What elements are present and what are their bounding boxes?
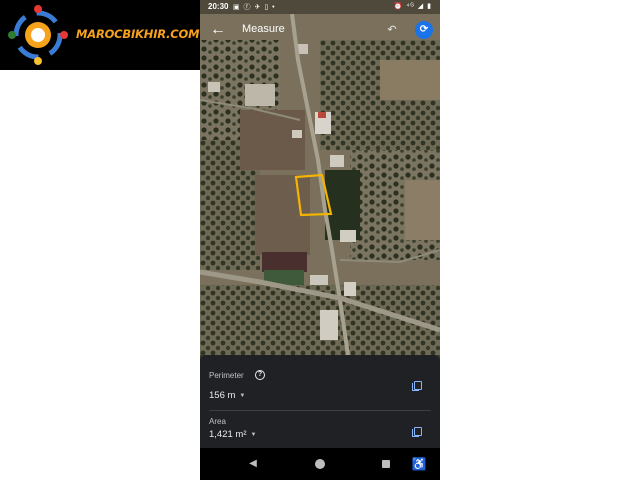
help-icon[interactable]: ? (255, 370, 265, 380)
notification-icons: ▣ ⓕ ✈ ▯ • (233, 4, 276, 11)
logo-emblem (8, 5, 68, 65)
divider (209, 410, 431, 411)
measurement-sheet: Perimeter ? 156 m ▼ Area 1,421 m² ▼ (200, 355, 440, 448)
area-label: Area (209, 417, 226, 426)
area-value-dropdown[interactable]: 1,421 m² ▼ (209, 429, 256, 440)
phone-screen: 20:30 ▣ ⓕ ✈ ▯ • ⏰ ⁴ᴳ ◢ ▮ ← Measure ↶ ⟳ P… (200, 0, 440, 480)
system-nav-bar: ◀ ♿ (200, 448, 440, 480)
refresh-icon[interactable]: ⟳ (415, 21, 433, 39)
satellite-map[interactable] (200, 0, 440, 355)
status-time: 20:30 (208, 2, 229, 11)
screenshot: MAROCBIKHIR.COM 20:30 ▣ ⓕ ✈ ▯ • ⏰ ⁴ᴳ ◢ ▮… (0, 0, 640, 480)
area-value: 1,421 m² (209, 429, 247, 440)
perimeter-value: 156 m (209, 390, 236, 401)
watermark-text: MAROCBIKHIR.COM (76, 27, 200, 41)
home-circle-icon[interactable] (312, 456, 328, 472)
back-triangle-icon[interactable]: ◀ (245, 456, 261, 472)
app-bar: ← Measure ↶ ⟳ (200, 14, 440, 46)
copy-area-icon[interactable] (412, 427, 422, 437)
perimeter-value-dropdown[interactable]: 156 m ▼ (209, 390, 245, 401)
recents-square-icon[interactable] (378, 456, 394, 472)
perimeter-label: Perimeter (209, 371, 244, 380)
chevron-down-icon: ▼ (239, 393, 246, 399)
back-arrow-icon[interactable]: ← (208, 20, 228, 40)
watermark-logo: MAROCBIKHIR.COM (0, 0, 200, 70)
status-bar: 20:30 ▣ ⓕ ✈ ▯ • ⏰ ⁴ᴳ ◢ ▮ (200, 0, 440, 14)
system-status-icons: ⏰ ⁴ᴳ ◢ ▮ (393, 3, 432, 10)
page-title: Measure (242, 23, 285, 35)
accessibility-icon[interactable]: ♿ (411, 456, 427, 472)
chevron-down-icon: ▼ (250, 432, 257, 438)
undo-icon[interactable]: ↶ (384, 22, 400, 38)
copy-perimeter-icon[interactable] (412, 381, 422, 391)
